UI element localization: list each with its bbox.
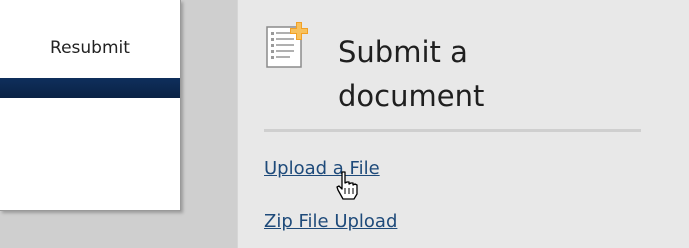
hand-pointer-icon [334, 170, 360, 200]
title-line-1: Submit a [338, 35, 468, 69]
resubmit-label: Resubmit [50, 38, 130, 58]
submit-document-panel: Submit a document Upload a File Zip File… [237, 0, 689, 248]
resubmit-tab[interactable]: Resubmit [0, 30, 180, 66]
panel-title: Submit a document [338, 30, 638, 118]
zip-upload-link[interactable]: Zip File Upload [264, 211, 397, 232]
upload-file-link[interactable]: Upload a File [264, 158, 380, 179]
divider [264, 129, 641, 132]
document-add-icon [264, 22, 312, 70]
navy-bar [0, 78, 180, 98]
title-line-2: document [338, 79, 485, 113]
left-panel: Resubmit [0, 0, 181, 211]
